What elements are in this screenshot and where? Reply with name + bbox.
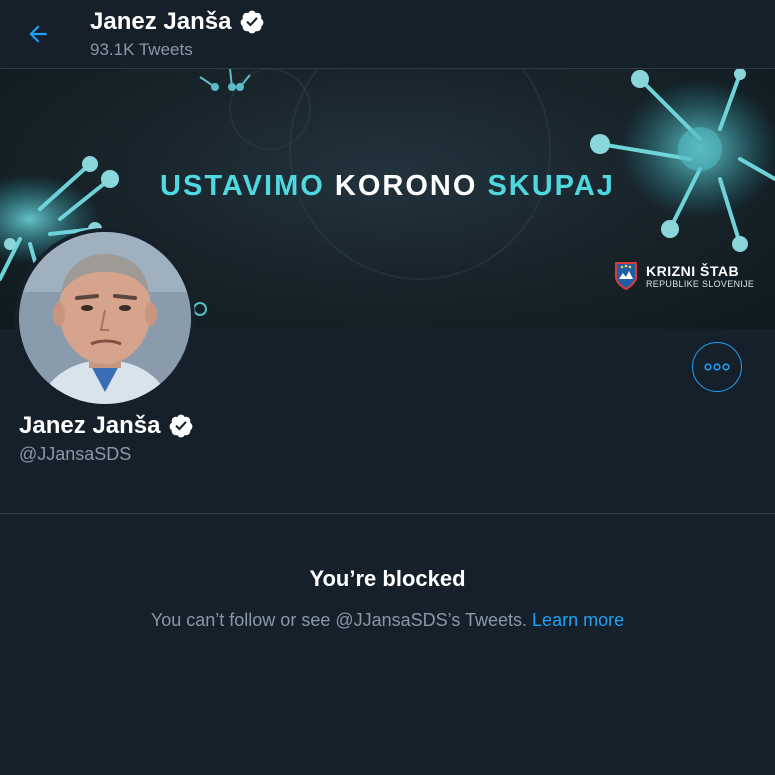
slogan-word-3: SKUPAJ <box>487 170 615 202</box>
arrow-left-icon <box>29 25 47 43</box>
krizni-stab-logo: KRIZNI ŠTAB REPUBLIKE SLOVENIJE <box>614 261 754 291</box>
stab-subtitle: REPUBLIKE SLOVENIJE <box>646 279 755 289</box>
verified-badge-icon <box>170 414 193 438</box>
blocked-title: You’re blocked <box>309 566 466 591</box>
profile-name: Janez Janša <box>19 412 161 439</box>
blocked-message-row: You can’t follow or see @JJansaSDS’s Twe… <box>0 610 775 631</box>
slogan-word-2: KORONO <box>334 170 478 202</box>
banner-slogan: USTAVIMO KORONO SKUPAJ <box>0 170 775 203</box>
header-title: Janez Janša <box>90 8 232 35</box>
top-bar: Janez Janša 93.1K Tweets <box>0 0 775 69</box>
back-button[interactable] <box>18 16 58 52</box>
coat-of-arms-icon <box>615 262 637 291</box>
stab-name: KRIZNI ŠTAB <box>646 263 740 279</box>
profile-handle: @JJansaSDS <box>19 444 132 464</box>
profile-photo <box>19 232 191 404</box>
avatar[interactable] <box>15 228 195 408</box>
learn-more-link[interactable]: Learn more <box>532 610 624 630</box>
more-options-button[interactable] <box>692 342 742 392</box>
stab-text-block: KRIZNI ŠTAB REPUBLIKE SLOVENIJE <box>646 263 754 289</box>
more-options-icon <box>704 363 730 371</box>
header-title-row: Janez Janša <box>90 8 265 36</box>
blocked-message: You can’t follow or see @JJansaSDS’s Twe… <box>150 610 528 630</box>
divider <box>0 513 775 514</box>
profile-name-row: Janez Janša <box>19 412 194 440</box>
slogan-word-1: USTAVIMO <box>160 170 325 202</box>
tweet-count: 93.1K Tweets <box>90 40 193 59</box>
verified-badge-icon <box>241 10 264 34</box>
